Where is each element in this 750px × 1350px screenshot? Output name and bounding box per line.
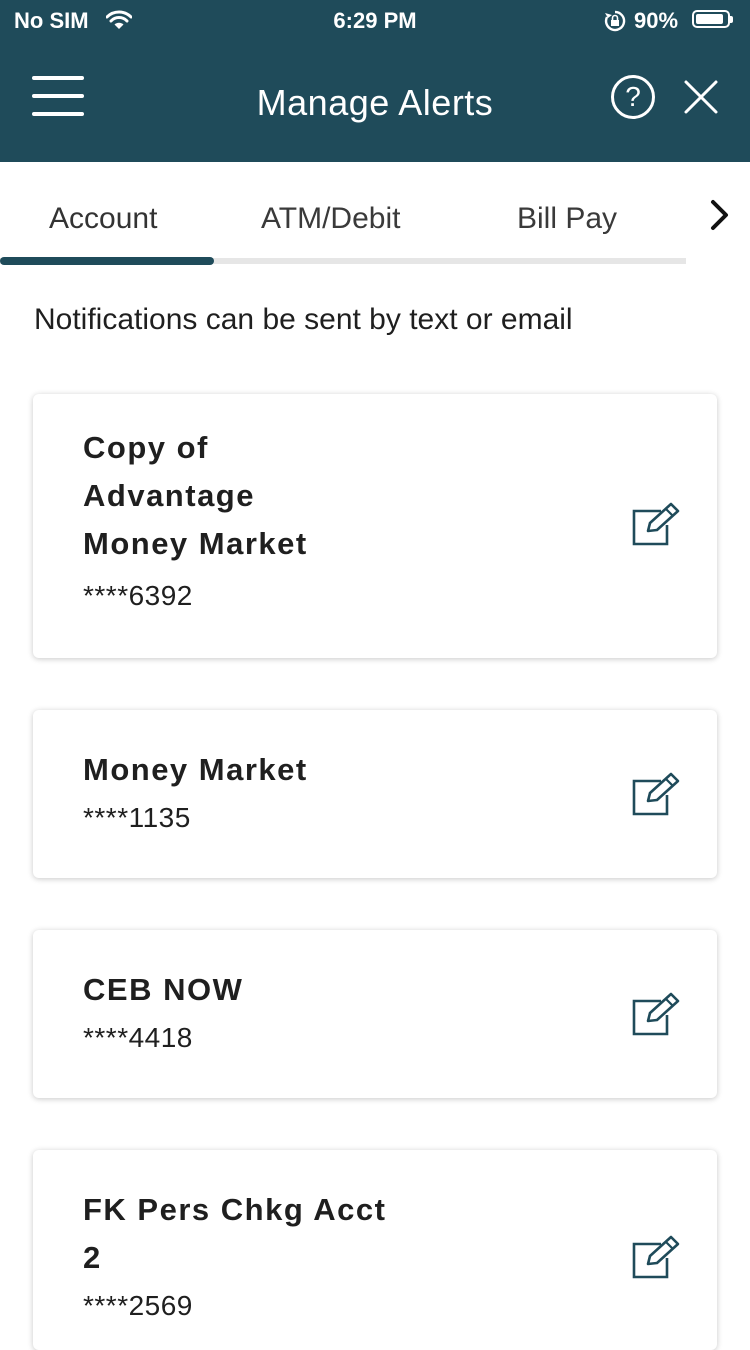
account-name: Copy of Advantage Money Market bbox=[83, 430, 308, 561]
account-card[interactable]: FK Pers Chkg Acct 2 ****2569 bbox=[33, 1150, 717, 1350]
status-bar: No SIM 6:29 PM 90% bbox=[0, 0, 750, 40]
edit-icon[interactable] bbox=[631, 1234, 681, 1280]
edit-icon[interactable] bbox=[631, 771, 681, 817]
help-circle-icon[interactable]: ? bbox=[611, 75, 655, 119]
notification-info: Notifications can be sent by text or ema… bbox=[34, 303, 573, 336]
account-number: ****2569 bbox=[83, 1290, 193, 1321]
account-card[interactable]: Money Market ****1135 bbox=[33, 710, 717, 878]
account-number: ****6392 bbox=[83, 580, 193, 611]
edit-icon[interactable] bbox=[631, 501, 681, 547]
account-card[interactable]: CEB NOW ****4418 bbox=[33, 930, 717, 1098]
battery-percent: 90% bbox=[634, 8, 679, 33]
account-number: ****1135 bbox=[83, 802, 191, 833]
battery-fill bbox=[696, 14, 723, 24]
tab-bar: Account ATM/Debit Bill Pay bbox=[0, 162, 750, 272]
close-icon[interactable] bbox=[683, 79, 719, 115]
app-header: No SIM 6:29 PM 90% Manage Alerts ? bbox=[0, 0, 750, 162]
account-name: Money Market bbox=[83, 752, 308, 787]
tab-atm-debit[interactable]: ATM/Debit bbox=[261, 202, 400, 236]
account-number: ****4418 bbox=[83, 1022, 193, 1053]
edit-icon[interactable] bbox=[631, 991, 681, 1037]
tab-account[interactable]: Account bbox=[49, 202, 157, 236]
account-card[interactable]: Copy of Advantage Money Market ****6392 bbox=[33, 394, 717, 658]
account-name: FK Pers Chkg Acct 2 bbox=[83, 1192, 387, 1275]
account-name: CEB NOW bbox=[83, 972, 244, 1007]
tab-bill-pay[interactable]: Bill Pay bbox=[517, 202, 617, 236]
chevron-right-icon[interactable] bbox=[706, 198, 734, 232]
tab-selected-indicator bbox=[0, 257, 214, 265]
battery-icon bbox=[692, 10, 733, 28]
orientation-lock-icon bbox=[604, 10, 626, 32]
